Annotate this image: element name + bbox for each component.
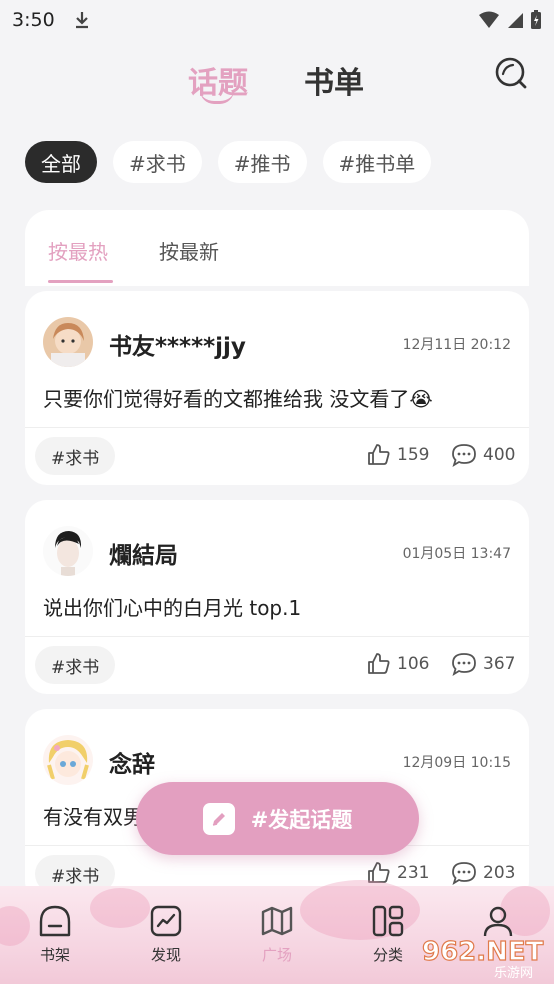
post-tag[interactable]: #求书	[35, 855, 116, 886]
svg-text:962.NET: 962.NET	[422, 937, 544, 967]
post-content[interactable]: 只要你们觉得好看的文都推给我 没文看了😭	[43, 383, 433, 412]
comment-count: 400	[483, 445, 516, 465]
post-content[interactable]: 说出你们心中的白月光 top.1	[43, 592, 301, 621]
pencil-icon	[202, 802, 235, 835]
post-card[interactable]: 爛結局 01月05日 13:47 说出你们心中的白月光 top.1 #求书 10…	[25, 500, 529, 694]
like-count: 231	[397, 863, 430, 883]
chip-seek-book[interactable]: #求书	[113, 141, 202, 183]
like-count: 106	[397, 654, 430, 674]
svg-text:乐游网: 乐游网	[494, 966, 533, 980]
nav-label: 分类	[372, 946, 403, 964]
thumbs-up-icon	[368, 653, 390, 674]
avatar[interactable]	[43, 735, 93, 785]
post-tag[interactable]: #求书	[35, 437, 116, 475]
comment-count: 203	[483, 863, 516, 883]
wifi-icon	[479, 11, 499, 28]
comment-count: 367	[483, 654, 516, 674]
nav-discover[interactable]: 发现	[136, 904, 196, 965]
trend-icon	[150, 905, 182, 937]
post-author[interactable]: 书友*****jjy	[109, 327, 246, 361]
top-tabs: 话题 书单	[0, 50, 554, 110]
comment-button[interactable]: 203	[451, 861, 515, 885]
avatar[interactable]	[43, 317, 93, 367]
battery-icon	[531, 10, 541, 29]
nav-label: 发现	[150, 946, 181, 964]
sort-new-tab[interactable]: 按最新	[159, 236, 219, 265]
post-author[interactable]: 爛結局	[109, 536, 178, 570]
chip-recommend-list[interactable]: #推书单	[322, 141, 432, 183]
comment-button[interactable]: 367	[451, 652, 515, 676]
map-icon	[261, 906, 293, 936]
bookshelf-icon	[39, 905, 71, 937]
post-tag[interactable]: #求书	[35, 646, 116, 684]
chip-all[interactable]: 全部	[25, 141, 97, 183]
sort-tabs: 按最热 按最新	[25, 210, 529, 286]
thumbs-up-icon	[368, 444, 390, 465]
comment-icon	[452, 862, 476, 885]
category-icon	[372, 905, 404, 937]
comment-icon	[452, 653, 476, 676]
nav-category[interactable]: 分类	[358, 904, 418, 965]
nav-square[interactable]: 广场	[247, 904, 307, 965]
comment-icon	[452, 444, 476, 467]
post-divider	[25, 427, 529, 428]
post-content[interactable]: 有没有双男	[43, 801, 143, 830]
status-time: 3:50	[12, 9, 55, 31]
nav-label: 书架	[39, 946, 70, 964]
nav-label: 广场	[261, 946, 292, 964]
sort-hot-tab[interactable]: 按最热	[48, 236, 108, 265]
nav-bookshelf[interactable]: 书架	[25, 904, 85, 965]
post-author[interactable]: 念辞	[109, 745, 155, 779]
like-count: 159	[397, 445, 430, 465]
status-bar: 3:50	[0, 0, 554, 40]
post-time: 01月05日 13:47	[402, 546, 511, 562]
chip-recommend-book[interactable]: #推书	[217, 141, 307, 183]
search-icon[interactable]	[494, 56, 528, 90]
download-icon	[75, 12, 88, 29]
post-time: 12月11日 20:12	[402, 337, 511, 353]
start-topic-button[interactable]: #发起话题	[136, 782, 419, 855]
like-button[interactable]: 106	[367, 652, 429, 676]
tab-booklist[interactable]: 书单	[304, 58, 364, 102]
post-time: 12月09日 10:15	[402, 755, 511, 771]
post-divider	[25, 636, 529, 637]
site-watermark: 962.NET 乐游网	[421, 936, 544, 980]
filter-chips: 全部 #求书 #推书 #推书单	[25, 141, 432, 183]
start-topic-label: #发起话题	[250, 807, 353, 832]
like-button[interactable]: 159	[367, 443, 429, 467]
sort-active-underline	[48, 280, 113, 283]
signal-icon	[508, 13, 523, 28]
avatar[interactable]	[43, 526, 93, 576]
comment-button[interactable]: 400	[451, 443, 515, 467]
post-card[interactable]: 书友*****jjy 12月11日 20:12 只要你们觉得好看的文都推给我 没…	[25, 291, 529, 485]
